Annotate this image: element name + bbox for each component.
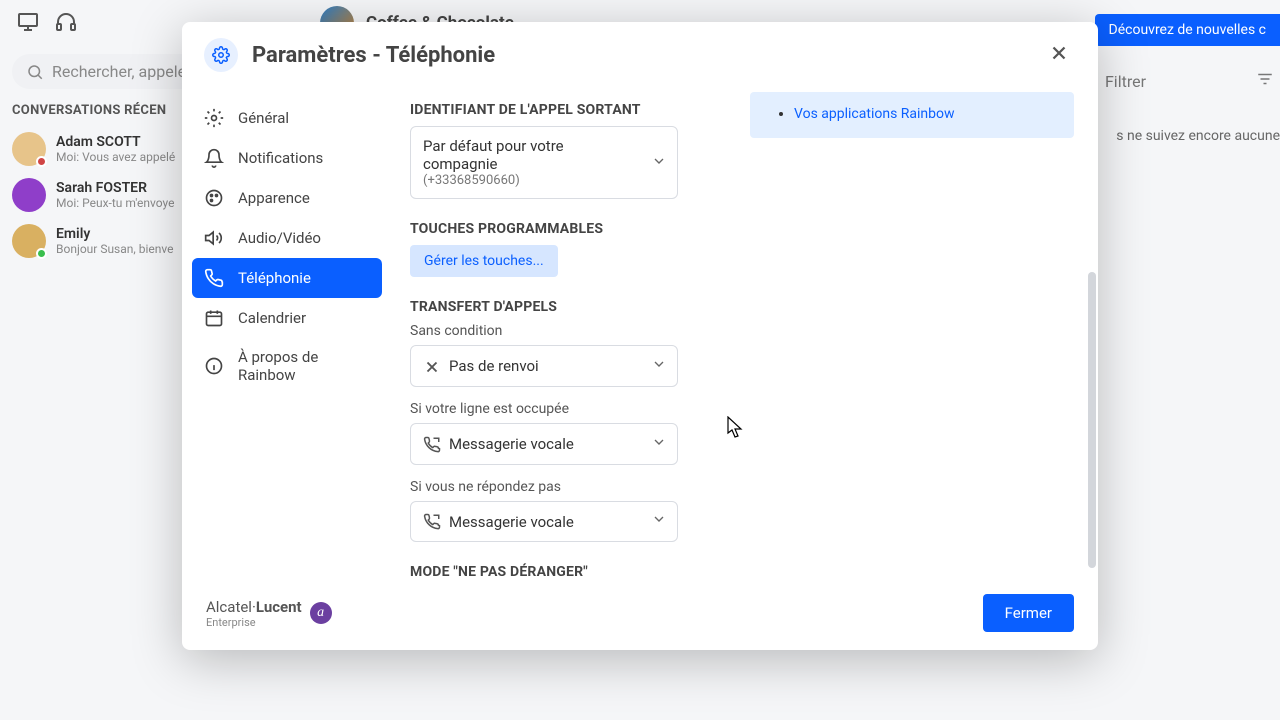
nav-about[interactable]: À propos de Rainbow: [192, 338, 382, 394]
forward-uncond-select[interactable]: Pas de renvoi: [410, 345, 678, 387]
settings-nav: Général Notifications Apparence Audio/Vi…: [182, 92, 392, 582]
outgoing-id-select[interactable]: Par défaut pour votre compagnie (+333685…: [410, 126, 678, 199]
settings-content: Vos applications Rainbow IDENTIFIANT DE …: [392, 92, 1098, 582]
brand-logo: Alcatel·Lucent Enterprise a: [206, 597, 332, 629]
info-icon: [204, 356, 224, 376]
nav-appearance[interactable]: Apparence: [192, 178, 382, 218]
settings-modal: Paramètres - Téléphonie Général Notifica…: [182, 22, 1098, 650]
scrollbar[interactable]: [1088, 272, 1096, 568]
chevron-down-icon: [651, 434, 667, 454]
dd-subvalue: (+33368590660): [423, 173, 641, 188]
forward-busy-select[interactable]: Messagerie vocale: [410, 423, 678, 465]
forward-noanswer-label: Si vous ne répondez pas: [410, 479, 1038, 495]
speaker-icon: [204, 228, 224, 248]
dd-value: Par défaut pour votre compagnie: [423, 137, 641, 173]
manage-keys-button[interactable]: Gérer les touches...: [410, 245, 558, 277]
phone-icon: [204, 268, 224, 288]
brand-badge-icon: a: [310, 602, 332, 624]
close-button[interactable]: Fermer: [983, 594, 1074, 632]
gear-icon: [204, 108, 224, 128]
bell-icon: [204, 148, 224, 168]
info-panel: Vos applications Rainbow: [750, 92, 1074, 138]
modal-header: Paramètres - Téléphonie: [182, 22, 1098, 92]
gear-icon: [204, 38, 238, 72]
section-prog-keys: TOUCHES PROGRAMMABLES: [410, 221, 1038, 237]
modal-footer: Alcatel·Lucent Enterprise a Fermer: [182, 582, 1098, 650]
info-link[interactable]: Vos applications Rainbow: [794, 106, 955, 122]
calendar-icon: [204, 308, 224, 328]
forward-noanswer-select[interactable]: Messagerie vocale: [410, 501, 678, 543]
nav-label: Notifications: [238, 149, 323, 167]
chevron-down-icon: [651, 511, 667, 531]
section-call-forward: TRANSFERT D'APPELS: [410, 299, 1038, 315]
chevron-down-icon: [651, 356, 667, 376]
nav-label: À propos de Rainbow: [238, 348, 370, 384]
palette-icon: [204, 188, 224, 208]
dd-value: Pas de renvoi: [449, 357, 539, 375]
nav-calendar[interactable]: Calendrier: [192, 298, 382, 338]
voicemail-icon: [423, 436, 441, 454]
nav-notifications[interactable]: Notifications: [192, 138, 382, 178]
nav-audio-video[interactable]: Audio/Vidéo: [192, 218, 382, 258]
modal-title: Paramètres - Téléphonie: [252, 43, 495, 68]
dd-value: Messagerie vocale: [449, 513, 574, 531]
chevron-down-icon: [651, 153, 667, 173]
forward-uncond-label: Sans condition: [410, 323, 1038, 339]
nav-label: Général: [238, 109, 289, 127]
section-dnd: MODE "NE PAS DÉRANGER": [410, 564, 1038, 580]
voicemail-icon: [423, 513, 441, 531]
close-icon[interactable]: [1042, 36, 1076, 74]
nav-label: Téléphonie: [238, 269, 311, 287]
close-icon: [423, 358, 441, 376]
nav-general[interactable]: Général: [192, 98, 382, 138]
forward-busy-label: Si votre ligne est occupée: [410, 401, 1038, 417]
nav-label: Audio/Vidéo: [238, 229, 321, 247]
nav-label: Apparence: [238, 189, 310, 207]
nav-label: Calendrier: [238, 309, 306, 327]
dd-value: Messagerie vocale: [449, 435, 574, 453]
nav-telephony[interactable]: Téléphonie: [192, 258, 382, 298]
modal-overlay: Paramètres - Téléphonie Général Notifica…: [0, 0, 1280, 720]
